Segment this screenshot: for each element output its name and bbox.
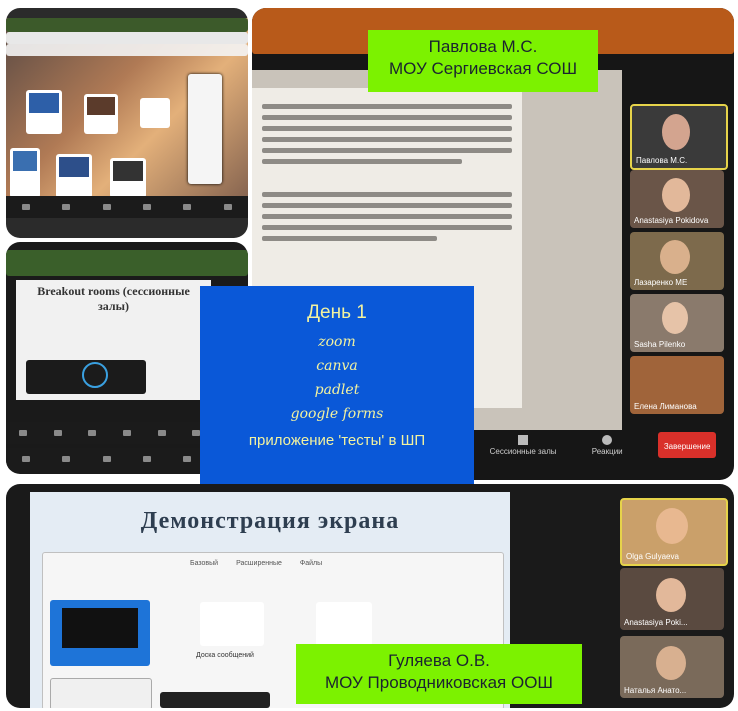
top-author-school: МОУ Сергиевская СОШ — [388, 59, 578, 78]
end-meeting-label: Завершение — [663, 442, 711, 451]
presentation-title: Демонстрация экрана — [140, 508, 400, 534]
participant-face — [656, 578, 686, 612]
participant-name: Sasha Pilenko — [634, 340, 686, 349]
tab-files[interactable]: Файлы — [300, 560, 322, 567]
participant-name: Наталья Анато... — [624, 686, 687, 695]
top-author-name: Павлова М.С. — [428, 37, 538, 56]
participant-tile[interactable]: Anastasiya Poki... — [620, 568, 724, 630]
highlight-circle — [82, 362, 108, 388]
participant-tile[interactable]: Anastasiya Pokidova — [630, 170, 724, 228]
tool-item-canva: canva — [316, 358, 358, 374]
grid-icon — [518, 434, 529, 445]
laptop-screen — [6, 18, 248, 218]
participant-tile[interactable]: Лазаренко МЕ — [630, 232, 724, 290]
padlet-card — [140, 98, 170, 128]
tab-advanced[interactable]: Расширенные — [236, 560, 282, 567]
participant-name: Елена Лиманова — [634, 402, 697, 411]
top-author-label: Павлова М.С. МОУ Сергиевская СОШ — [368, 30, 598, 92]
reactions-label: Реакции — [591, 446, 623, 456]
breakout-slide: Breakout rooms (сессионные залы) — [16, 280, 211, 400]
share-option-iphone[interactable] — [316, 602, 372, 646]
participant-tile[interactable]: Елена Лиманова — [630, 356, 724, 414]
bottom-author-school: МОУ Проводниковская ООШ — [324, 673, 554, 692]
day-title: День 1 — [307, 302, 367, 323]
padlet-card — [26, 90, 62, 134]
participant-face — [656, 646, 686, 680]
participant-face — [656, 508, 688, 544]
participant-name: Лазаренко МЕ — [634, 278, 688, 287]
participant-face — [660, 240, 690, 274]
photo-padlet-screen — [6, 8, 248, 238]
tool-item-zoom: zoom — [318, 334, 356, 350]
participant-tile[interactable]: Наталья Анато... — [620, 636, 724, 698]
reaction-icon — [602, 434, 613, 445]
participant-face — [662, 114, 690, 150]
breakout-rooms-button[interactable]: Сессионные залы — [489, 434, 557, 456]
breakout-rooms-label: Сессионные залы — [489, 446, 557, 456]
tool-item-google-forms: google forms — [290, 406, 384, 422]
reactions-button[interactable]: Реакции — [591, 434, 623, 456]
participant-face — [662, 302, 688, 334]
participant-name: Anastasiya Pokidova — [634, 216, 709, 225]
padlet-card — [10, 148, 40, 198]
participants-panel: Павлова М.С. Anastasiya Pokidova Лазарен… — [630, 104, 728, 424]
participant-tile[interactable]: Olga Gulyaeva — [620, 498, 728, 566]
photo-screen-share: Демонстрация экрана Базовый Расширенные … — [6, 484, 734, 708]
participant-name: Olga Gulyaeva — [626, 552, 679, 561]
tool-item-tests-app: приложение 'тесты' в ШП — [248, 432, 426, 449]
participant-face — [662, 178, 690, 212]
participant-name: Павлова М.С. — [636, 156, 688, 165]
participant-tile[interactable]: Sasha Pilenko — [630, 294, 724, 352]
context-menu — [188, 74, 222, 184]
zoom-toolbar: Сессионные залы Реакции Завершение — [472, 428, 734, 462]
day-one-card: День 1 zoom canva padlet google forms пр… — [200, 286, 474, 486]
participant-name: Anastasiya Poki... — [624, 618, 688, 627]
padlet-card — [56, 154, 92, 198]
share-option-whiteboard[interactable] — [200, 602, 264, 646]
bottom-author-label: Гуляева О.В. МОУ Проводниковская ООШ — [296, 644, 582, 704]
participants-panel-bottom: Olga Gulyaeva Anastasiya Poki... Наталья… — [620, 498, 728, 708]
breakout-title: Breakout rooms (сессионные залы) — [37, 284, 190, 313]
whiteboard-label: Доска сообщений — [196, 652, 254, 659]
share-option-screen[interactable] — [50, 600, 150, 666]
tab-basic[interactable]: Базовый — [190, 560, 218, 567]
tool-item-padlet: padlet — [314, 382, 360, 398]
padlet-card — [84, 94, 118, 134]
participant-tile[interactable]: Павлова М.С. — [630, 104, 728, 170]
padlet-card — [110, 158, 146, 198]
bottom-author-name: Гуляева О.В. — [388, 651, 490, 670]
end-meeting-button[interactable]: Завершение — [657, 432, 717, 458]
